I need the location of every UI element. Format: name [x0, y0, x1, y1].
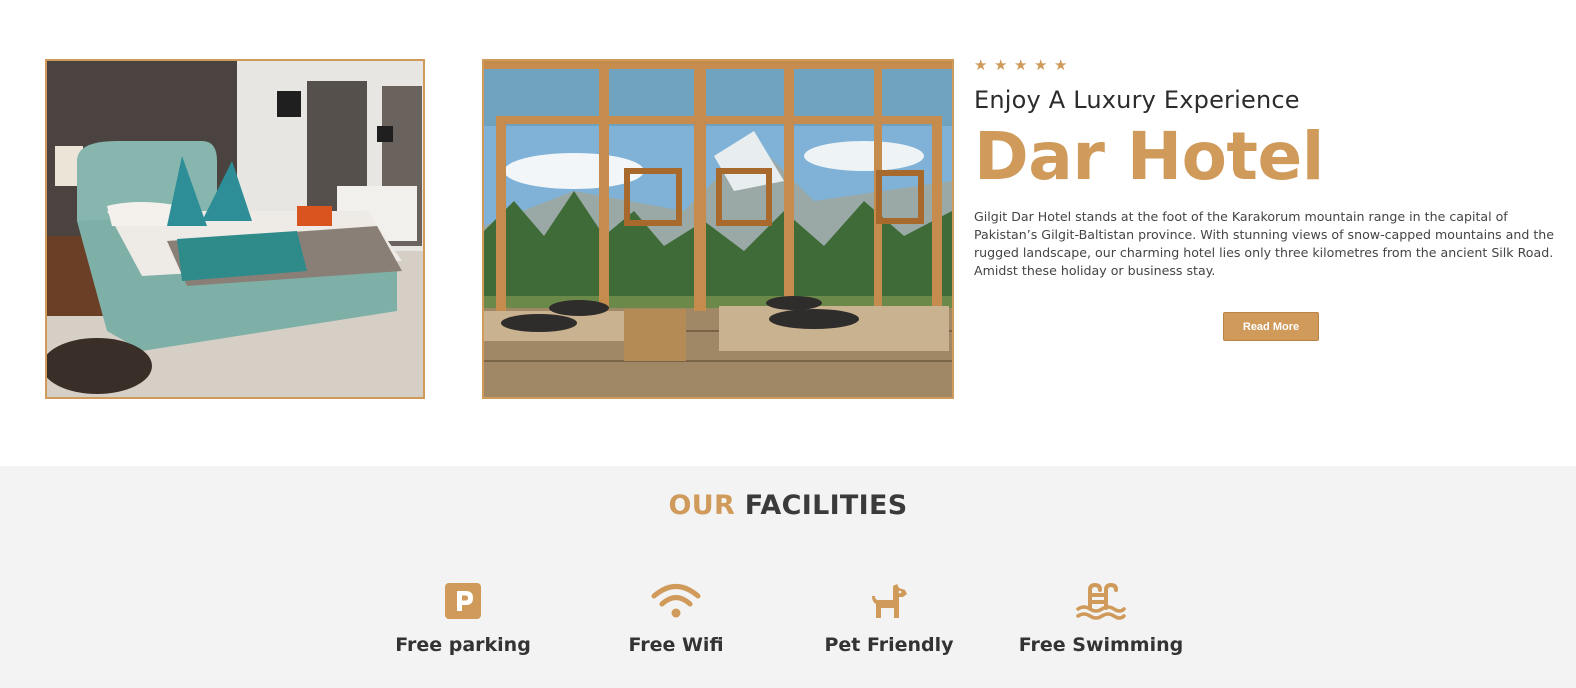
tagline: Enjoy A Luxury Experience [974, 86, 1300, 114]
star-icon: ★ [974, 56, 988, 74]
star-icon: ★ [1014, 56, 1028, 74]
mountain-view-room-photo [482, 59, 954, 399]
dog-icon [864, 576, 914, 626]
bedroom-photo [45, 59, 425, 399]
hotel-info: ★ ★ ★ ★ ★ Enjoy A Luxury Experience Dar … [974, 58, 1564, 341]
parking-icon [438, 576, 488, 626]
facility-label: Pet Friendly [824, 634, 954, 656]
facility-free-wifi: Free Wifi [576, 576, 776, 656]
about-section: ★ ★ ★ ★ ★ Enjoy A Luxury Experience Dar … [0, 0, 1576, 466]
star-icon: ★ [1054, 56, 1068, 74]
facilities-title: OUR FACILITIES [0, 490, 1576, 521]
star-icon: ★ [1034, 56, 1048, 74]
facility-label: Free Wifi [628, 634, 724, 656]
facility-pet-friendly: Pet Friendly [789, 576, 989, 656]
rating-stars: ★ ★ ★ ★ ★ [974, 58, 1564, 76]
facility-label: Free Swimming [1018, 634, 1184, 656]
facilities-title-rest: FACILITIES [744, 490, 908, 521]
wifi-icon [651, 576, 701, 626]
facility-label: Free parking [395, 634, 531, 656]
read-more-button[interactable]: Read More [1223, 312, 1319, 341]
facility-free-parking: Free parking [363, 576, 563, 656]
facilities-title-accent: OUR [668, 490, 736, 521]
hotel-description: Gilgit Dar Hotel stands at the foot of t… [974, 209, 1554, 278]
facilities-section: OUR FACILITIES Free parking Free Wifi Pe… [0, 466, 1576, 688]
facility-free-swimming: Free Swimming [1001, 576, 1201, 656]
star-icon: ★ [994, 56, 1008, 74]
hotel-name: Dar Hotel [974, 118, 1324, 195]
swimming-pool-icon [1076, 576, 1126, 626]
